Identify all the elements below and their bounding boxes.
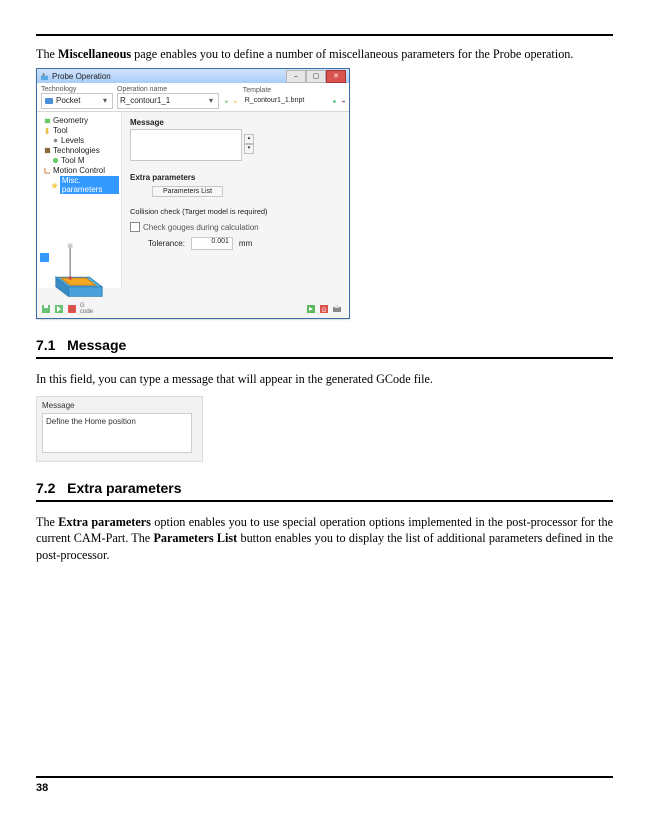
- tree-label: Tool M: [61, 156, 85, 165]
- tree-label: Geometry: [53, 116, 88, 125]
- template-label: Template: [243, 87, 327, 94]
- tree-node[interactable]: Geometry: [39, 116, 119, 125]
- tree-label: Tool: [53, 126, 68, 135]
- probe-preview: [43, 240, 115, 300]
- collision-label: Collision check (Target model is require…: [130, 207, 268, 216]
- tree-node[interactable]: Levels: [39, 136, 119, 145]
- opname-combo[interactable]: R_contour1_1 ▾: [117, 93, 219, 109]
- star-yellow-icon: [51, 182, 58, 189]
- technology-label: Technology: [41, 86, 111, 93]
- maximize-button[interactable]: ▢: [306, 70, 326, 83]
- template-action-icon[interactable]: [342, 96, 345, 107]
- page-number: 38: [36, 782, 48, 794]
- save-icon[interactable]: [225, 96, 228, 107]
- app-icon: [40, 72, 49, 81]
- simulate-icon[interactable]: [306, 304, 316, 314]
- tree-label: Motion Control: [53, 166, 105, 175]
- intro-paragraph: The Miscellaneous page enables you to de…: [36, 46, 613, 62]
- probe-operation-dialog: Probe Operation – ▢ ✕ Technology Pocket …: [36, 68, 350, 319]
- page-down-icon[interactable]: ▾: [244, 144, 254, 154]
- save-calc-icon[interactable]: [41, 304, 51, 314]
- gcode-label: Gcode: [80, 303, 93, 315]
- message-textarea[interactable]: ▴ ▾: [130, 129, 242, 161]
- tree-back-button[interactable]: [40, 253, 49, 262]
- section1-body: In this field, you can type a message th…: [36, 371, 613, 387]
- tree-node[interactable]: Tool M: [39, 156, 119, 165]
- sample-textarea[interactable]: Define the Home position: [42, 413, 192, 453]
- section-rule: [36, 357, 613, 359]
- section-heading-extra: 7.2 Extra parameters: [36, 480, 613, 496]
- axes-icon: [44, 167, 51, 174]
- dialog-buttonbar: Gcode G: [41, 303, 345, 315]
- close-button[interactable]: ✕: [326, 70, 346, 83]
- dialog-titlebar: Probe Operation – ▢ ✕: [37, 69, 349, 83]
- save-exit-icon[interactable]: [54, 304, 64, 314]
- tech-icon: [44, 147, 51, 154]
- section-rule: [36, 500, 613, 502]
- tree-node[interactable]: Technologies: [39, 146, 119, 155]
- minimize-button[interactable]: –: [286, 70, 306, 83]
- section-heading-message: 7.1 Message: [36, 337, 613, 353]
- folder-icon[interactable]: [234, 96, 237, 107]
- template-save-icon[interactable]: [333, 96, 336, 107]
- tolerance-label: Tolerance:: [148, 239, 185, 248]
- gouge-label: Check gouges during calculation: [143, 223, 259, 232]
- chevron-down-icon: ▾: [206, 96, 216, 105]
- chevron-down-icon: ▾: [100, 96, 110, 105]
- dialog-title: Probe Operation: [52, 72, 111, 81]
- tree-label: Misc. parameters: [60, 176, 119, 194]
- section2-body: The Extra parameters option enables you …: [36, 514, 613, 563]
- dialog-toolbar: Technology Pocket ▾ Operation name R_con…: [37, 83, 349, 112]
- technology-combo[interactable]: Pocket ▾: [41, 93, 113, 109]
- gcode-icon[interactable]: G: [319, 304, 329, 314]
- gouge-checkbox[interactable]: [130, 222, 140, 232]
- tree-node[interactable]: Tool: [39, 126, 119, 135]
- parameters-list-button[interactable]: Parameters List: [152, 186, 223, 197]
- gear-green-icon: [52, 157, 59, 164]
- print-icon[interactable]: [332, 304, 342, 314]
- page-up-icon[interactable]: ▴: [244, 134, 254, 144]
- opname-label: Operation name: [117, 86, 219, 93]
- tool-yellow-icon: [44, 127, 51, 134]
- tree-node[interactable]: Motion Control: [39, 166, 119, 175]
- document-page: The Miscellaneous page enables you to de…: [0, 0, 649, 824]
- template-field: R_contour1_1.bnpt: [243, 94, 327, 108]
- dot-icon: [52, 137, 59, 144]
- tolerance-input[interactable]: 0.001: [191, 237, 233, 250]
- message-field-sample: Message Define the Home position: [36, 396, 203, 462]
- misc-pane: Message ▴ ▾ Extra parameters Parameters …: [122, 112, 349, 288]
- extra-heading: Extra parameters: [130, 173, 195, 182]
- tolerance-unit: mm: [239, 239, 252, 248]
- window-controls: – ▢ ✕: [286, 70, 346, 83]
- page-footer: 38: [36, 776, 613, 794]
- tree-label: Technologies: [53, 146, 100, 155]
- tree-label: Levels: [61, 136, 84, 145]
- pocket-icon: [44, 96, 54, 106]
- sample-label: Message: [42, 401, 74, 410]
- cancel-icon[interactable]: [67, 304, 77, 314]
- cube-green-icon: [44, 117, 51, 124]
- gouge-checkbox-row: Check gouges during calculation: [130, 222, 341, 232]
- message-heading: Message: [130, 118, 164, 127]
- tree-node[interactable]: Misc. parameters: [39, 176, 119, 194]
- svg-text:G: G: [322, 308, 327, 314]
- top-rule: [36, 34, 613, 36]
